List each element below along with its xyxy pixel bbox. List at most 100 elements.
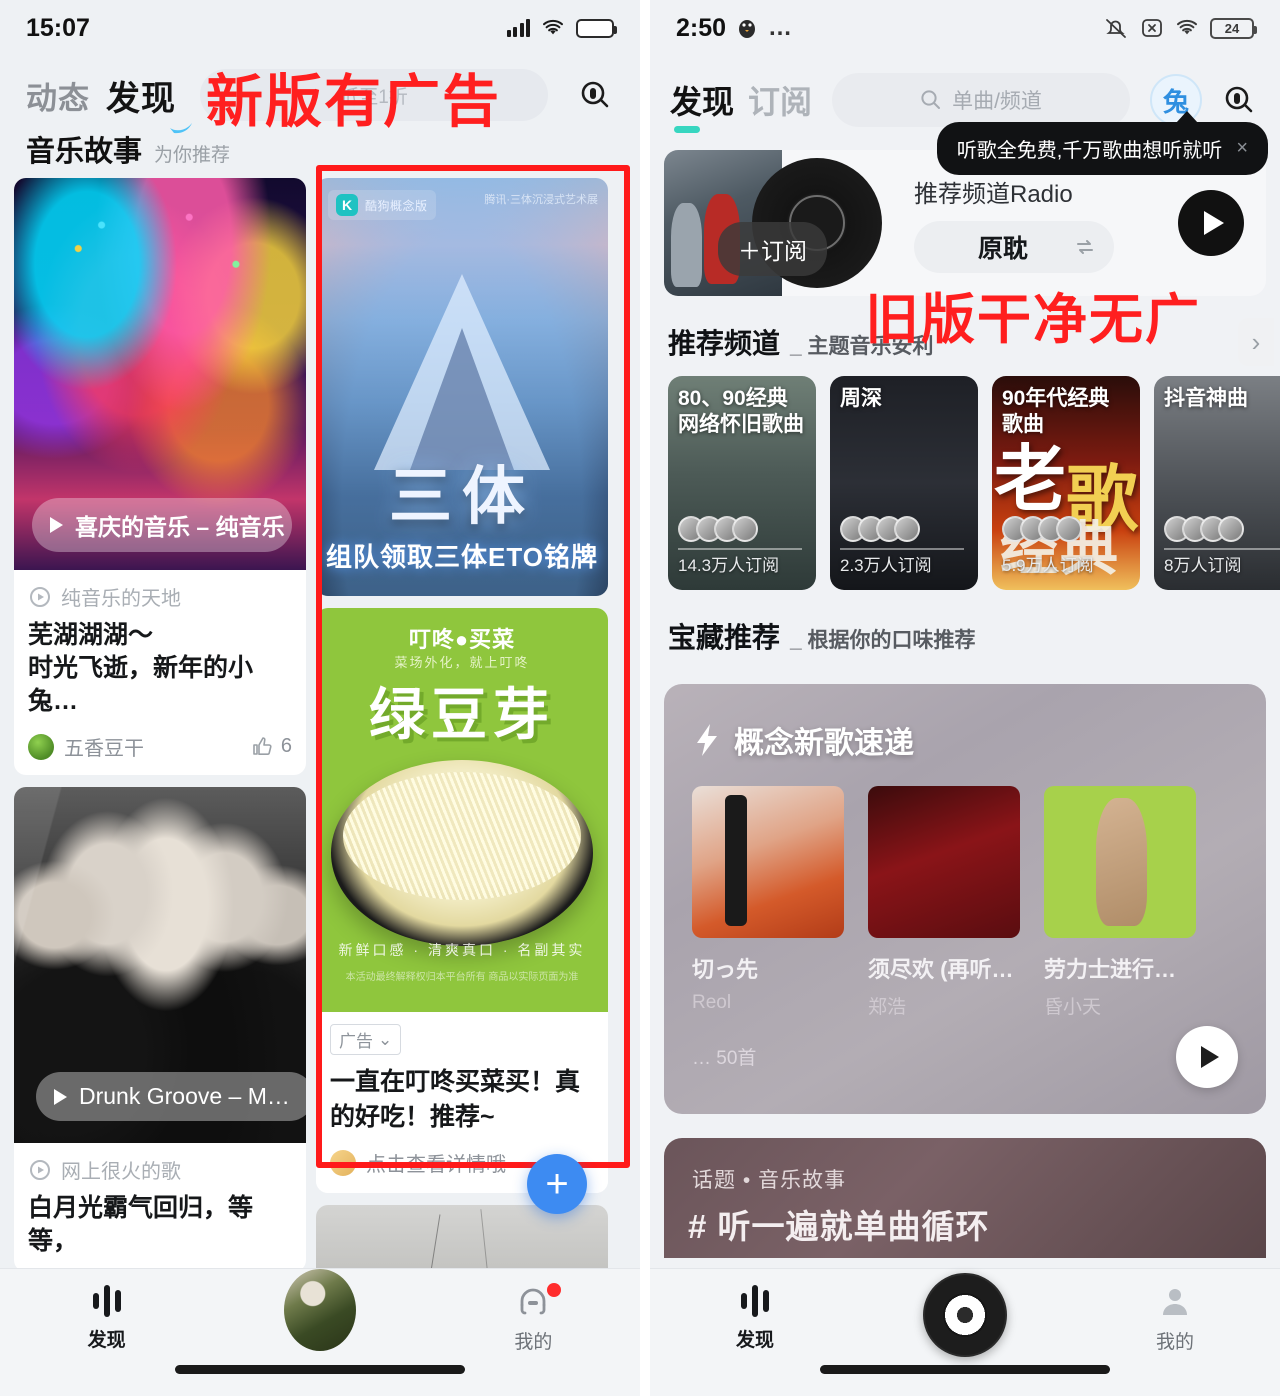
subscribe-button[interactable]: ＋订阅 <box>718 222 827 276</box>
feed-column-right: K 酷狗概念版 腾讯·三体沉浸式艺术展 三体 组队领取三体ETO铭牌 叮咚●买菜… <box>316 178 608 1297</box>
ad-label-text: 广告 <box>339 1032 373 1051</box>
radio-play-button[interactable] <box>1178 190 1244 256</box>
post-1-source[interactable]: 纯音乐的天地 <box>28 582 292 611</box>
song-cover-image <box>1044 786 1196 938</box>
post-2-media[interactable]: Drunk Groove – M… <box>14 787 306 1143</box>
post-1-like-button[interactable]: 6 <box>250 735 292 759</box>
left-tab-discover[interactable]: 发现 <box>0 1285 213 1352</box>
channel-name: 抖音神曲 <box>1164 387 1248 410</box>
channel-card[interactable]: 80、90经典网络怀旧歌曲 14.3万人订阅 <box>668 376 816 590</box>
kugou-logo-icon: K <box>336 194 358 216</box>
section-header-treasure: 宝藏推荐 _ 根据你的口味推荐 <box>650 590 1280 670</box>
channel-divider <box>1164 548 1280 550</box>
tab-dynamic[interactable]: 动态 <box>26 73 90 118</box>
feed-post-1[interactable]: 喜庆的音乐 – 纯音乐 纯音乐的天地 芜湖湖湖～ 时光飞逝，新年的小兔… 五香豆… <box>14 178 306 775</box>
bell-off-icon <box>1106 19 1126 38</box>
tab-subscriptions[interactable]: 订阅 <box>748 77 812 123</box>
more-dots-icon: … <box>768 14 794 41</box>
play-circle-icon <box>30 586 50 607</box>
search-icon <box>921 90 941 109</box>
right-app-screenshot: 2:50 … 24 发现 订阅 单曲/频道 兔 听歌全免费,千万歌曲想听就听 ×… <box>650 0 1280 1396</box>
treasure-play-button[interactable] <box>1176 1026 1238 1088</box>
song-item[interactable]: 切っ先 Reol <box>692 786 844 1019</box>
bird-icon <box>170 123 192 134</box>
ad-card-santi[interactable]: K 酷狗概念版 腾讯·三体沉浸式艺术展 三体 组队领取三体ETO铭牌 <box>316 178 608 596</box>
dingdong-ad-image: 叮咚●买菜 菜场外化，就上叮咚 绿豆芽 新鲜口感 · 清爽真口 · 名副其实 本… <box>316 608 608 1012</box>
santi-brand: K 酷狗概念版 <box>328 190 436 220</box>
genre-selector[interactable]: 原耽 <box>914 220 1114 273</box>
wifi-icon <box>543 19 563 35</box>
left-status-bar: 15:07 <box>0 0 640 56</box>
tab-discover[interactable]: 发现 <box>106 71 176 120</box>
topic-kicker: 话题 • 音乐故事 <box>692 1169 847 1192</box>
ad-description: 一直在叮咚买菜买！真的好吃！推荐~ <box>330 1068 581 1131</box>
song-item[interactable]: 劳力士进行曲 (小… 昏小天 <box>1044 786 1196 1019</box>
santi-ad-image: K 酷狗概念版 腾讯·三体沉浸式艺术展 三体 组队领取三体ETO铭牌 <box>316 178 608 596</box>
voice-search-icon[interactable] <box>572 72 618 118</box>
add-post-button[interactable]: + <box>527 1154 587 1214</box>
post-1-title-line1: 芜湖湖湖～ <box>28 621 154 649</box>
free-listening-toast[interactable]: 听歌全免费,千万歌曲想听就听 × <box>936 111 1268 175</box>
left-tab-mine[interactable]: 我的 <box>427 1283 640 1354</box>
right-tab-discover[interactable]: 发现 <box>650 1285 860 1352</box>
qq-penguin-icon <box>739 20 756 38</box>
swap-icon <box>1077 239 1093 254</box>
treasure-subtitle: _ 根据你的口味推荐 <box>790 629 976 652</box>
post-1-user[interactable]: 五香豆干 <box>28 732 144 761</box>
post-1-source-label: 纯音乐的天地 <box>61 588 181 610</box>
panel-divider <box>640 0 650 1396</box>
waveform-icon <box>741 1285 769 1317</box>
post-2-source[interactable]: 网上很火的歌 <box>28 1155 292 1184</box>
post-2-source-label: 网上很火的歌 <box>61 1161 181 1183</box>
post-2-music-tag[interactable]: Drunk Groove – M… <box>36 1072 306 1121</box>
right-tab-player[interactable] <box>860 1273 1070 1357</box>
voice-search-icon[interactable] <box>1216 77 1262 123</box>
post-1-username: 五香豆干 <box>64 738 144 760</box>
channel-card[interactable]: 抖音神曲 8万人订阅 <box>1154 376 1280 590</box>
play-icon <box>1200 1046 1219 1068</box>
left-tab-player[interactable] <box>213 1269 426 1351</box>
channel-subs: 14.3万人订阅 <box>678 556 780 575</box>
left-status-right <box>506 18 617 38</box>
page-title: 音乐故事 <box>26 136 143 168</box>
song-name: 劳力士进行曲 (小… <box>1044 957 1196 982</box>
channel-name: 周深 <box>840 387 882 410</box>
ad-label-chip[interactable]: 广告 ⌄ <box>330 1024 402 1055</box>
santi-corner-label: 腾讯·三体沉浸式艺术展 <box>484 194 598 206</box>
signal-icon <box>506 19 530 37</box>
post-1-media[interactable]: 喜庆的音乐 – 纯音乐 <box>14 178 306 570</box>
post-2-body: 网上很火的歌 白月光霸气回归，等等， <box>14 1143 306 1272</box>
ad-cta-label: 点击查看详情哦 <box>366 1154 506 1176</box>
annotation-left-text: 新版有广告 <box>206 69 501 135</box>
channel-subs: 2.3万人订阅 <box>840 556 932 575</box>
ad-brand-icon <box>330 1149 356 1176</box>
song-list: 切っ先 Reol 须尽欢 (再听一遍) 郑浩 劳力士进行曲 (小… 昏小天 <box>664 762 1266 1019</box>
post-1-music-tag[interactable]: 喜庆的音乐 – 纯音乐 <box>32 498 292 552</box>
right-tab-mine[interactable]: 我的 <box>1070 1285 1280 1354</box>
song-item[interactable]: 须尽欢 (再听一遍) 郑浩 <box>868 786 1020 1019</box>
play-circle-icon <box>30 1159 50 1180</box>
right-status-time: 2:50 <box>676 13 727 42</box>
ad-card-dingdong[interactable]: 叮咚●买菜 菜场外化，就上叮咚 绿豆芽 新鲜口感 · 清爽真口 · 名副其实 本… <box>316 608 608 1193</box>
close-icon[interactable]: × <box>1236 137 1248 160</box>
chevron-right-icon[interactable]: › <box>1238 318 1274 366</box>
post-1-meta: 五香豆干 6 <box>28 732 292 761</box>
channel-card-row[interactable]: 80、90经典网络怀旧歌曲 14.3万人订阅 周深 2.3万人订阅 老 歌 经典… <box>650 376 1280 590</box>
channel-card[interactable]: 老 歌 经典 90年代经典歌曲 5.9万人订阅 <box>992 376 1140 590</box>
right-status-left: 2:50 … <box>676 14 793 43</box>
feed-post-2[interactable]: Drunk Groove – M… 网上很火的歌 白月光霸气回归，等等， <box>14 787 306 1272</box>
tab-discover[interactable]: 发现 <box>670 77 734 133</box>
channel-card[interactable]: 周深 2.3万人订阅 <box>830 376 978 590</box>
santi-brand-label: 酷狗概念版 <box>365 198 428 213</box>
post-1-like-count: 6 <box>280 735 292 757</box>
right-status-bar: 2:50 … 24 <box>650 0 1280 56</box>
bolt-icon <box>697 724 717 756</box>
home-indicator <box>175 1365 465 1374</box>
channel-avatars <box>1164 516 1244 542</box>
person-icon <box>1163 1289 1187 1315</box>
x-box-icon <box>1142 19 1162 37</box>
topic-card[interactable]: 话题 • 音乐故事 # 听一遍就单曲循环 <box>664 1138 1266 1258</box>
notification-badge <box>547 1283 562 1297</box>
search-input[interactable]: 单曲/频道 <box>832 73 1130 127</box>
treasure-card[interactable]: 概念新歌速递 切っ先 Reol 须尽欢 (再听一遍) 郑浩 劳力士进行曲 (小…… <box>664 684 1266 1114</box>
